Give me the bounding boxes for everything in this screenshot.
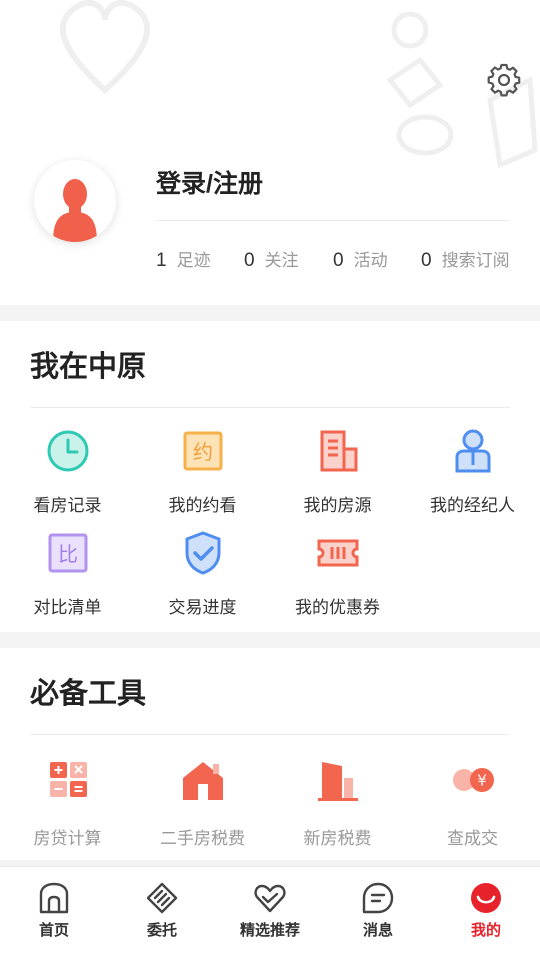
bottom-tab-bar: 首页 委托 精选推荐 消息 我的	[0, 866, 540, 960]
tower-icon	[317, 762, 358, 801]
agent-icon	[455, 429, 490, 473]
item-label: 我的经纪人	[430, 496, 515, 515]
settings-gear-icon[interactable]	[486, 62, 522, 98]
stat-count: 0	[244, 250, 255, 271]
stat-follow[interactable]: 0 关注	[244, 246, 299, 272]
stat-activity[interactable]: 0 活动	[333, 246, 388, 272]
section-title: 我在中原	[30, 351, 147, 383]
my-listings-item[interactable]: 我的房源	[270, 427, 405, 516]
tab-recommend[interactable]: 精选推荐	[216, 867, 324, 960]
tab-label: 消息	[362, 922, 393, 939]
stat-label: 活动	[353, 251, 388, 270]
appointment-icon: 约	[183, 431, 222, 471]
item-label: 我的房源	[303, 496, 372, 515]
my-coupons-item[interactable]: 我的优惠券	[270, 529, 405, 618]
item-label: 新房税费	[303, 829, 372, 848]
my-agent-item[interactable]: 我的经纪人	[405, 427, 540, 516]
coupon-icon	[317, 539, 358, 567]
stat-count: 1	[156, 250, 167, 271]
my-appointments-item[interactable]: 约 我的约看	[135, 427, 270, 516]
mortgage-calculator-item[interactable]: 房贷计算	[0, 756, 135, 849]
appointment-glyph: 约	[193, 440, 213, 464]
check-deals-item[interactable]: ¥ 查成交	[405, 756, 540, 849]
yen-glyph: ¥	[477, 772, 487, 790]
handshake-icon	[146, 882, 178, 914]
item-label: 房贷计算	[33, 829, 102, 848]
compare-list-item[interactable]: 比 对比清单	[0, 529, 135, 618]
building-icon	[320, 430, 357, 472]
new-home-tax-item[interactable]: 新房税费	[270, 756, 405, 849]
tab-label: 委托	[146, 922, 177, 939]
item-label: 对比清单	[33, 598, 102, 617]
my-services-card: 我在中原 看房记录 约 我的约看 我的房源 我的经纪人 比 对比清单 交易进度 …	[0, 321, 540, 632]
tab-messages[interactable]: 消息	[324, 867, 432, 960]
item-label: 二手房税费	[160, 829, 245, 848]
deal-coin-icon: ¥	[452, 768, 494, 792]
avatar[interactable]	[34, 160, 116, 242]
calculator-icon	[49, 762, 87, 797]
home-icon	[39, 882, 69, 914]
item-label: 查成交	[447, 829, 498, 848]
tab-label: 首页	[38, 922, 69, 939]
item-label: 我的约看	[168, 496, 237, 515]
stat-label: 搜索订阅	[441, 251, 510, 270]
login-register-link[interactable]: 登录/注册	[156, 164, 263, 200]
tab-mine[interactable]: 我的	[432, 867, 540, 960]
stat-label: 足迹	[176, 251, 211, 270]
tab-entrust[interactable]: 委托	[108, 867, 216, 960]
stat-search-subscription[interactable]: 0 搜索订阅	[421, 246, 510, 272]
profile-header: 登录/注册 1 足迹 0 关注 0 活动 0 搜索订阅	[0, 0, 540, 305]
stat-footprint[interactable]: 1 足迹	[156, 246, 211, 272]
tab-label: 我的	[470, 922, 501, 939]
transaction-progress-item[interactable]: 交易进度	[135, 529, 270, 618]
resale-tax-item[interactable]: 二手房税费	[135, 756, 270, 849]
stat-count: 0	[333, 250, 344, 271]
tab-home[interactable]: 首页	[0, 867, 108, 960]
tab-label: 精选推荐	[239, 922, 300, 939]
item-label: 交易进度	[168, 598, 237, 617]
message-icon	[362, 882, 394, 914]
item-label: 看房记录	[33, 496, 102, 515]
tools-card: 必备工具 房贷计算 二手房税费 新房税费 ¥ 查成交	[0, 648, 540, 860]
background-pattern-icon	[59, 0, 151, 95]
viewing-history-item[interactable]: 看房记录	[0, 427, 135, 516]
divider	[30, 734, 510, 735]
profile-smile-icon	[471, 883, 501, 913]
stat-label: 关注	[264, 251, 299, 270]
compare-glyph: 比	[58, 542, 78, 566]
section-title: 必备工具	[30, 678, 147, 710]
divider	[30, 407, 510, 408]
stat-count: 0	[421, 250, 432, 271]
heart-recommend-icon	[254, 884, 286, 913]
house-icon	[182, 762, 223, 800]
stats-row: 1 足迹 0 关注 0 活动 0 搜索订阅	[156, 246, 526, 274]
divider	[156, 220, 510, 221]
user-silhouette-icon	[53, 179, 97, 242]
item-label: 我的优惠券	[295, 598, 380, 617]
clock-icon	[47, 430, 88, 472]
shield-check-icon	[185, 531, 220, 575]
compare-icon: 比	[48, 533, 87, 573]
